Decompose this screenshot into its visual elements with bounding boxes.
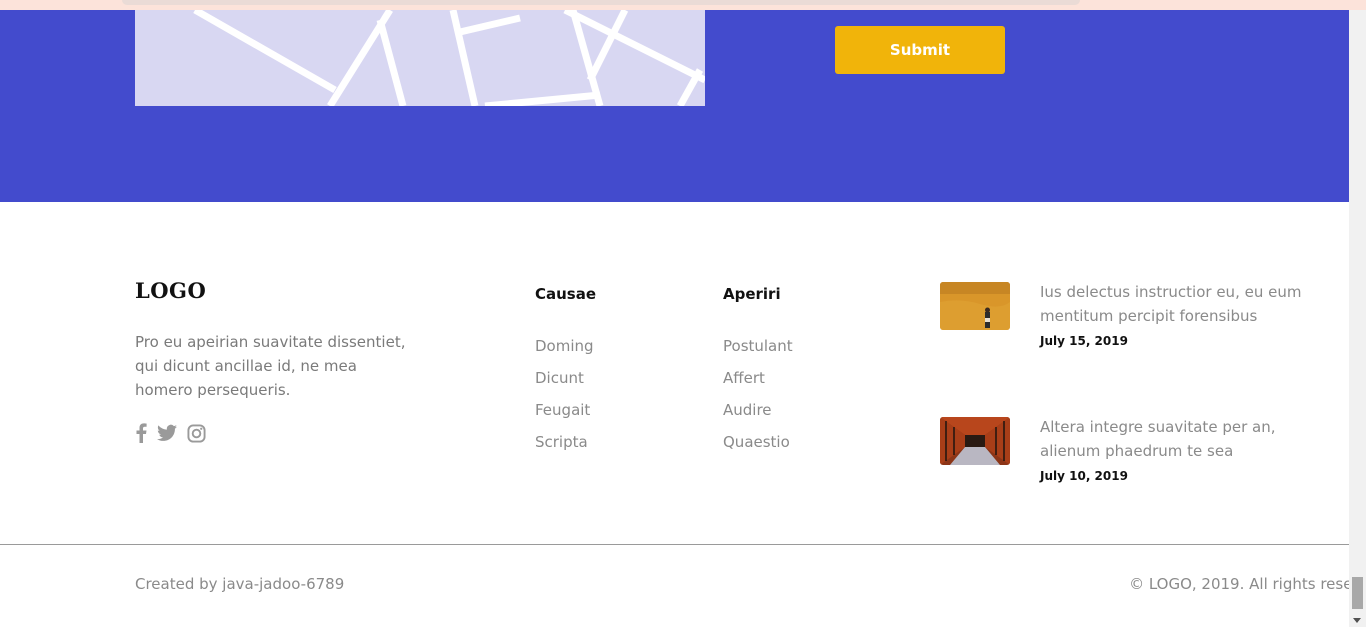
footer-link[interactable]: Quaestio — [723, 426, 793, 458]
instagram-icon[interactable] — [187, 423, 206, 443]
footer-about-text: Pro eu apeirian suavitate dissentiet, qu… — [135, 333, 406, 399]
column-title: Causae — [535, 285, 597, 303]
column-links: Doming Dicunt Feugait Scripta — [535, 330, 594, 458]
post-thumbnail[interactable] — [940, 282, 1010, 330]
post-title[interactable]: Ius delectus instructior eu, eu eum ment… — [1040, 280, 1330, 328]
column-links: Postulant Affert Audire Quaestio — [723, 330, 793, 458]
footer-link[interactable]: Scripta — [535, 426, 594, 458]
map-image[interactable] — [135, 10, 705, 106]
credit-text: Created by java-jadoo-6789 — [135, 575, 345, 593]
footer-column-causae: Causae Doming Dicunt Feugait Scripta — [535, 284, 597, 451]
footer-column-aperiri: Aperiri Postulant Affert Audire Quaestio — [723, 284, 793, 451]
contact-section: Submit — [0, 10, 1349, 202]
footer: LOGO Pro eu apeirian suavitate dissentie… — [0, 202, 1349, 545]
submit-button[interactable]: Submit — [835, 26, 1005, 74]
scroll-down-arrow-icon[interactable] — [1353, 618, 1361, 623]
footer-logo[interactable]: LOGO — [135, 278, 206, 303]
social-links — [135, 423, 206, 443]
twitter-icon[interactable] — [157, 424, 177, 442]
post-date: July 15, 2019 — [1040, 334, 1128, 348]
column-title: Aperiri — [723, 285, 781, 303]
page-scrollbar[interactable] — [1349, 10, 1366, 627]
map-streets — [193, 10, 705, 106]
bottom-bar: Created by java-jadoo-6789 © LOGO, 2019.… — [0, 545, 1349, 627]
post-title[interactable]: Altera integre suavitate per an, alienum… — [1040, 415, 1330, 463]
scrollbar-thumb[interactable] — [1352, 577, 1363, 609]
footer-link[interactable]: Audire — [723, 394, 793, 426]
page: Submit LOGO Pro eu apeirian suavitate di… — [0, 0, 1349, 627]
footer-link[interactable]: Affert — [723, 362, 793, 394]
post-thumbnail[interactable] — [940, 417, 1010, 465]
post-date: July 10, 2019 — [1040, 469, 1128, 483]
footer-link[interactable]: Feugait — [535, 394, 594, 426]
footer-link[interactable]: Dicunt — [535, 362, 594, 394]
footer-link[interactable]: Postulant — [723, 330, 793, 362]
footer-link[interactable]: Doming — [535, 330, 594, 362]
facebook-icon[interactable] — [135, 423, 147, 443]
copyright-text: © LOGO, 2019. All rights reserved. — [1129, 575, 1349, 593]
